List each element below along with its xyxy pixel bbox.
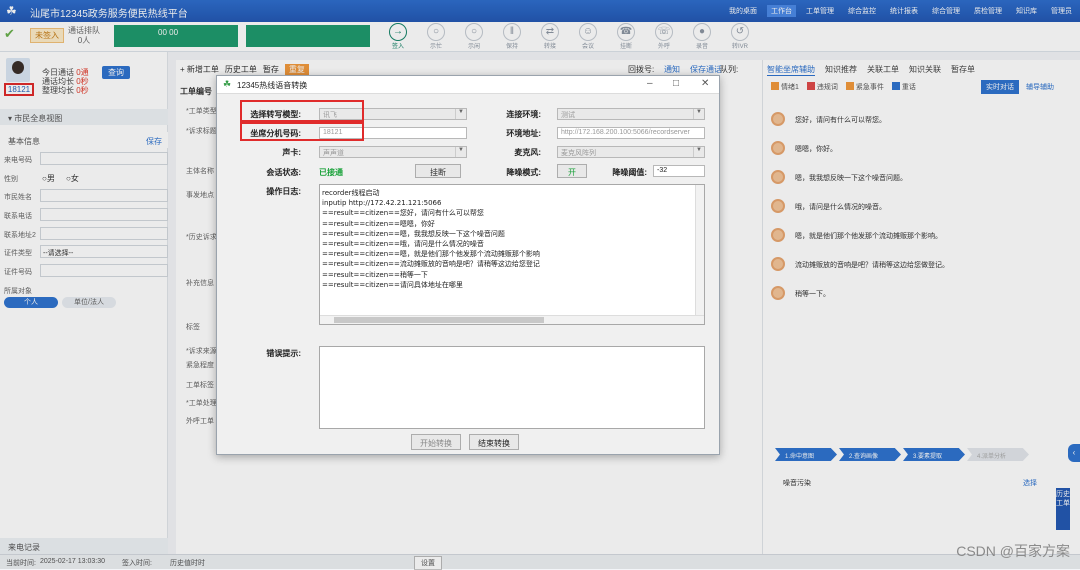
log-line: ==result==citizen==嗯嗯，你好 (322, 219, 435, 228)
log-line: ==result==citizen==嗯，我我想反映一下这个噪音问题 (322, 229, 505, 238)
log-line: ==result==citizen==嗯，就是他们那个他发那个流动摊贩那个影响 (322, 250, 540, 259)
address-input[interactable]: http://172.168.200.100:5066/recordserver (557, 127, 705, 139)
session-label: 会话状态: (266, 168, 301, 177)
highlight-model-box (240, 100, 364, 122)
noise-threshold-input[interactable]: -32 (653, 165, 705, 177)
log-line: ==result==citizen==流动摊贩放的音响是吧？请稍等这边给您登记 (322, 260, 540, 269)
dialog-title: 12345热线语音转换 (237, 81, 308, 90)
log-line: ==result==citizen==请问具体地址在哪里 (322, 280, 463, 289)
noise-mode-toggle[interactable]: 开 (557, 164, 587, 178)
speech-conversion-dialog: ☘ 12345热线语音转换 – □ ✕ 选择转写模型: 讯飞 ▼ 连接环境: 测试… (216, 75, 720, 455)
soundcard-select[interactable]: 声声道 ▼ (319, 146, 467, 158)
microphone-select[interactable]: 麦克风阵列 ▼ (557, 146, 705, 158)
log-line: ==result==citizen==哦，请问是什么情况的噪音 (322, 240, 484, 249)
session-status: 已接通 (319, 168, 343, 177)
stop-convert-button[interactable]: 结束转换 (469, 434, 519, 450)
env-label: 连接环境: (506, 110, 541, 119)
noise-threshold-label: 降噪阈值: (612, 168, 647, 177)
log-line: recorder线程启动 (322, 189, 380, 197)
minimize-icon[interactable]: – (647, 78, 653, 89)
highlight-extension-box (240, 122, 364, 141)
chevron-down-icon: ▼ (693, 109, 704, 119)
dialog-app-icon: ☘ (223, 79, 232, 89)
log-line: ==result==citizen==稍等一下 (322, 270, 428, 279)
soundcard-label: 声卡: (282, 148, 301, 157)
hangup-button[interactable]: 挂断 (415, 164, 461, 178)
log-line: ==result==citizen==您好，请问有什么可以帮您 (322, 209, 484, 218)
noise-mode-label: 降噪模式: (506, 168, 541, 177)
log-vertical-scrollbar[interactable] (695, 185, 704, 316)
error-output[interactable] (319, 346, 705, 429)
microphone-label: 麦克风: (514, 148, 541, 157)
close-icon[interactable]: ✕ (701, 78, 709, 89)
error-label: 错误提示: (266, 349, 301, 358)
watermark: CSDN @百家方案 (956, 543, 1070, 559)
chevron-down-icon: ▼ (693, 147, 704, 157)
maximize-icon[interactable]: □ (673, 78, 679, 89)
chevron-down-icon: ▼ (455, 147, 466, 157)
operation-log[interactable]: recorder线程启动 inputip http://172.42.21.12… (319, 184, 705, 325)
start-convert-button[interactable]: 开始转换 (411, 434, 461, 450)
log-horizontal-scrollbar[interactable] (320, 315, 704, 324)
log-label: 操作日志: (266, 187, 301, 196)
address-label: 环境地址: (506, 129, 541, 138)
log-line: inputip http://172.42.21.121:5066 (322, 199, 442, 208)
env-select[interactable]: 测试 ▼ (557, 108, 705, 120)
dialog-title-bar: ☘ 12345热线语音转换 – □ ✕ (217, 76, 719, 94)
chevron-down-icon: ▼ (455, 109, 466, 119)
